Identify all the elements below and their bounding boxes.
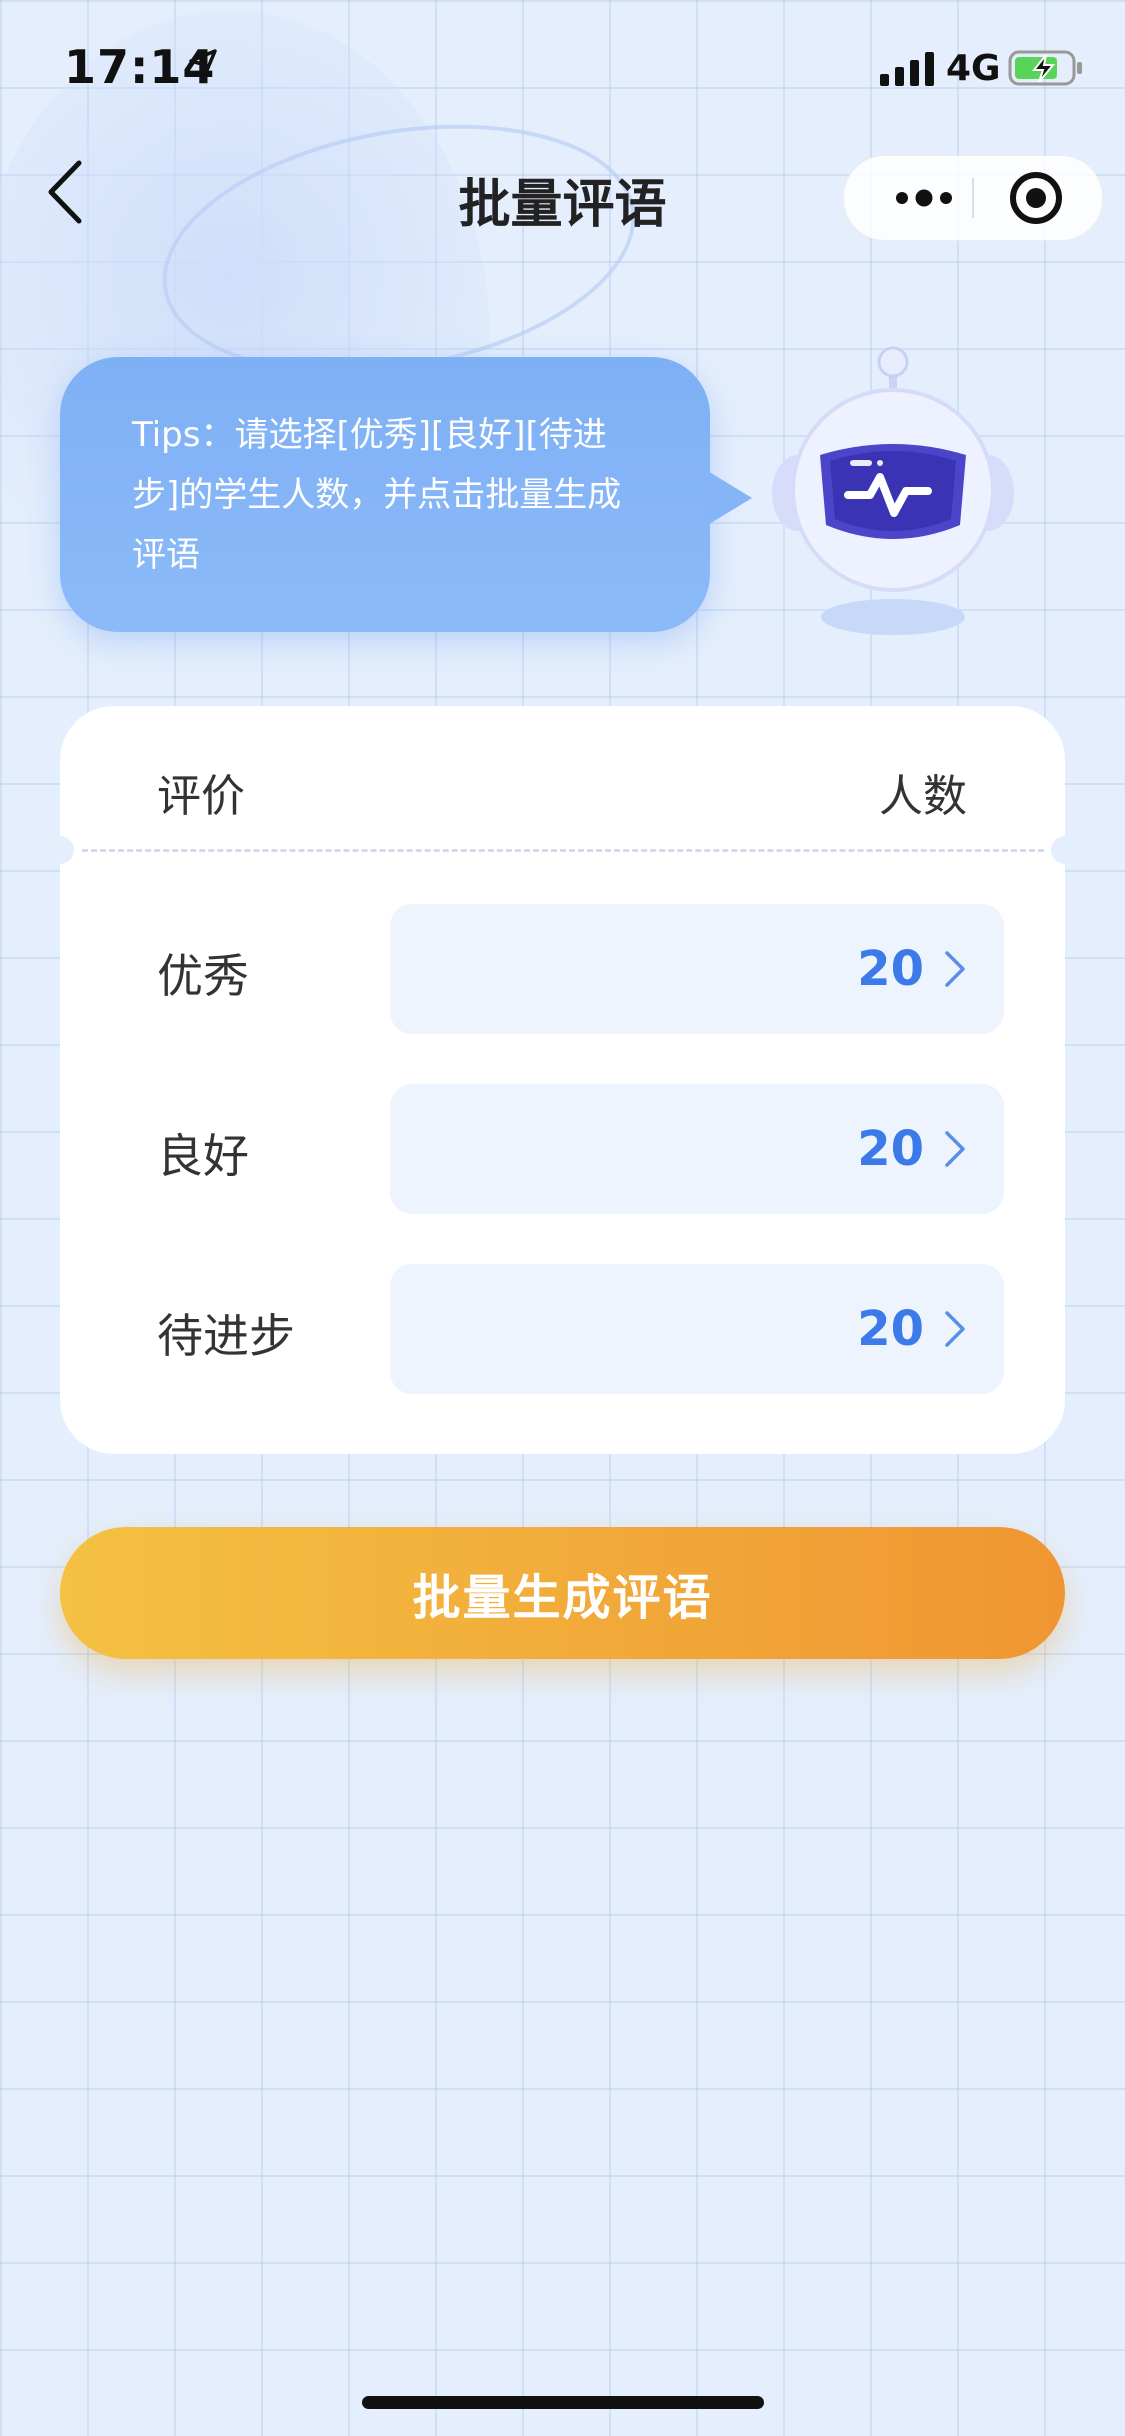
robot-mascot-icon bbox=[768, 345, 1018, 645]
good-count-value: 20 bbox=[857, 1121, 924, 1177]
excellent-count-value: 20 bbox=[857, 941, 924, 997]
chevron-right-icon bbox=[944, 1129, 966, 1169]
excellent-count-picker[interactable]: 20 bbox=[390, 904, 1004, 1034]
batch-generate-button[interactable]: 批量生成评语 bbox=[60, 1527, 1065, 1659]
header-evaluation: 评价 bbox=[157, 771, 245, 822]
card-divider bbox=[82, 849, 1044, 852]
card-notch bbox=[46, 836, 74, 864]
good-count-picker[interactable]: 20 bbox=[390, 1084, 1004, 1214]
row-label-excellent: 优秀 bbox=[157, 949, 249, 1003]
needs-improvement-count-value: 20 bbox=[857, 1301, 924, 1357]
card-notch bbox=[1051, 836, 1079, 864]
header-count: 人数 bbox=[879, 771, 967, 822]
close-miniprogram-button[interactable] bbox=[1009, 171, 1063, 225]
tips-text: Tips：请选择[优秀][良好][待进步]的学生人数，并点击批量生成评语 bbox=[132, 415, 622, 575]
location-arrow-icon bbox=[188, 48, 218, 82]
mini-program-capsule bbox=[843, 155, 1103, 241]
target-close-icon bbox=[1010, 172, 1062, 224]
row-label-good: 良好 bbox=[157, 1129, 249, 1183]
chevron-right-icon bbox=[944, 949, 966, 989]
more-button[interactable] bbox=[884, 156, 964, 240]
network-type: 4G bbox=[946, 48, 1001, 89]
tips-bubble-tail bbox=[706, 470, 752, 526]
more-dots-icon bbox=[896, 189, 952, 207]
battery-charging-icon bbox=[1008, 50, 1084, 90]
capsule-divider bbox=[972, 178, 974, 218]
chevron-right-icon bbox=[944, 1309, 966, 1349]
row-label-needs-improvement: 待进步 bbox=[157, 1309, 295, 1363]
signal-icon bbox=[880, 52, 936, 90]
needs-improvement-count-picker[interactable]: 20 bbox=[390, 1264, 1004, 1394]
home-indicator[interactable] bbox=[362, 2396, 764, 2409]
